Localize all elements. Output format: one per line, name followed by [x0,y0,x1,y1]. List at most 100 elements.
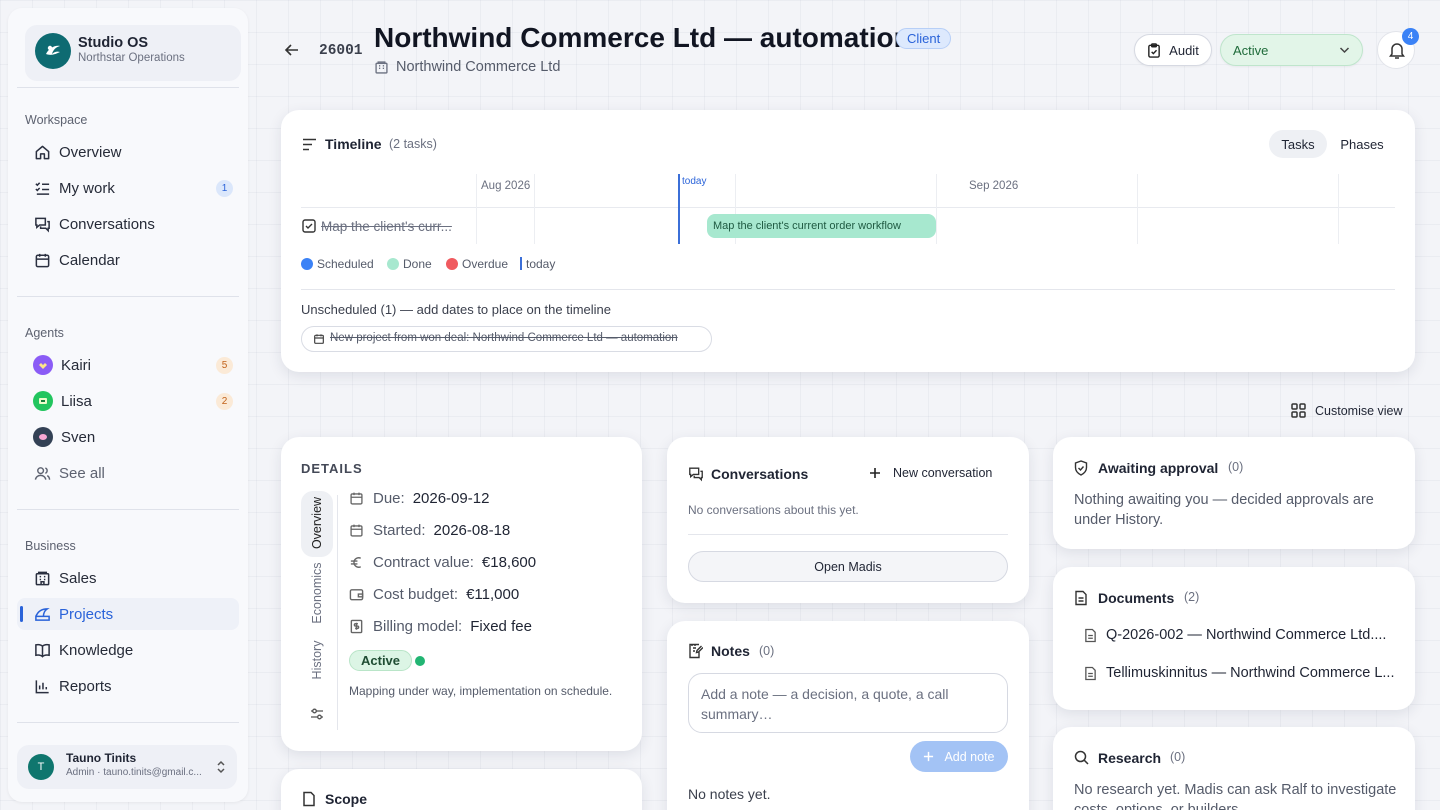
add-note-button[interactable]: Add note [910,741,1008,772]
research-count: (0) [1170,750,1186,764]
avatar: T [28,754,54,780]
sidebar-item-reports[interactable]: Reports [17,670,239,702]
sidebar-item-agent-liisa[interactable]: Liisa 2 [17,385,239,417]
sidebar-item-my-work[interactable]: My work 1 [17,172,239,204]
detail-label: Started: [373,522,426,539]
sidebar-item-knowledge[interactable]: Knowledge [17,634,239,666]
customise-view-label: Customise view [1315,403,1403,418]
research-title: Research [1098,750,1162,766]
gantt-divider [301,207,1395,208]
calendar-icon [33,251,51,269]
sidebar-item-label: Calendar [59,251,120,269]
customise-view-button[interactable]: Customise view [1291,403,1403,418]
see-all-agents-link[interactable]: See all [17,457,239,489]
wallet-icon [349,587,367,602]
add-note-label: Add note [944,749,995,764]
document-name: Q-2026-002 — Northwind Commerce Ltd.... [1106,627,1387,643]
approval-title: Awaiting approval [1098,460,1219,476]
home-icon [33,143,51,161]
research-card: Research (0) No research yet. Madis can … [1053,727,1415,810]
status-select[interactable]: Active [1220,34,1363,66]
section-label-business: Business [25,539,76,553]
grid-line [476,174,477,244]
notifications-button[interactable]: 4 [1377,28,1419,69]
tab-overview[interactable]: Overview [301,491,333,557]
back-button[interactable] [284,42,300,58]
section-label-agents: Agents [25,326,64,340]
sidebar-item-agent-kairi[interactable]: Kairi 5 [17,349,239,381]
list-check-icon [33,179,51,197]
calendar-icon [349,491,367,506]
divider [17,722,239,723]
document-item[interactable]: Tellimuskinnitus — Northwind Commerce L.… [1084,665,1394,681]
task-name[interactable]: Map the client's curr... [321,219,452,234]
page-title: Northwind Commerce Ltd — automation [374,22,911,53]
agent-avatar [33,427,53,447]
unscheduled-label: Unscheduled (1) — add dates to place on … [301,302,612,317]
status-dot [415,656,425,666]
month-label: Sep 2026 [969,180,1019,192]
divider [17,296,239,297]
gantt-task-bar[interactable]: Map the client's current order workflow [707,214,936,238]
chevron-down-icon [1339,46,1350,54]
timeline-card: Timeline (2 tasks) Tasks Phases Aug 2026… [281,110,1415,372]
open-madis-button[interactable]: Open Madis [688,551,1008,582]
document-item[interactable]: Q-2026-002 — Northwind Commerce Ltd.... [1084,627,1386,643]
new-conversation-button[interactable]: New conversation [869,466,992,480]
sidebar-item-projects[interactable]: Projects [17,598,239,630]
detail-value: 2026-08-18 [433,522,511,539]
sidebar-item-calendar[interactable]: Calendar [17,244,239,276]
tab-tasks[interactable]: Tasks [1269,130,1327,158]
divider [688,534,1008,535]
today-marker [678,174,680,244]
user-menu[interactable]: T Tauno Tinits Admin · tauno.tinits@gmai… [17,745,237,789]
count-badge: 1 [216,180,233,197]
file-icon [1084,628,1097,643]
document-icon [1074,590,1088,606]
detail-started: Started: 2026-08-18 [349,522,510,539]
document-icon [302,791,316,807]
detail-cost-budget: Cost budget: €11,000 [349,586,519,603]
sidebar-item-label: My work [59,179,115,197]
scope-card: Scope [281,769,642,810]
detail-value: €18,600 [481,554,537,571]
audit-label: Audit [1169,42,1199,58]
sliders-icon[interactable] [310,707,324,721]
sidebar-item-label: Kairi [61,356,92,374]
notes-title: Notes [711,643,750,659]
timeline-title: Timeline [325,136,382,152]
document-name: Tellimuskinnitus — Northwind Commerce L.… [1106,665,1395,681]
documents-card: Documents (2) Q-2026-002 — Northwind Com… [1053,567,1415,710]
legend-label: Overdue [462,257,509,271]
unscheduled-task-chip[interactable]: New project from won deal: Northwind Com… [301,326,712,352]
sidebar-item-sales[interactable]: Sales [17,562,239,594]
conversations-title: Conversations [711,466,809,482]
status-select-value: Active [1233,43,1269,58]
detail-label: Billing model: [373,618,463,635]
status-badge: Active [349,650,413,671]
grid-line [1338,174,1339,244]
checkbox-checked-icon[interactable] [302,219,316,233]
legend-label: Done [403,257,432,271]
detail-billing-model: Billing model: Fixed fee [349,618,532,635]
tab-history[interactable]: History [301,631,333,691]
workspace-switcher[interactable]: Studio OS Northstar Operations [25,25,241,81]
detail-label: Due: [373,490,405,507]
sidebar-item-agent-sven[interactable]: Sven [17,421,239,453]
projects-icon [33,605,51,623]
tab-phases[interactable]: Phases [1333,130,1391,158]
company-link[interactable]: Northwind Commerce Ltd [396,59,560,75]
euro-icon [349,555,367,570]
sidebar-item-overview[interactable]: Overview [17,136,239,168]
tab-economics[interactable]: Economics [301,561,333,627]
note-input[interactable]: Add a note — a decision, a quote, a call… [688,673,1008,733]
sidebar-item-conversations[interactable]: Conversations [17,208,239,240]
sidebar-item-label: Reports [59,677,112,695]
count-badge: 5 [216,357,233,374]
plus-icon [869,467,881,479]
chart-icon [33,677,51,695]
audit-button[interactable]: Audit [1134,34,1212,66]
approval-empty-text: Nothing awaiting you — decided approvals… [1074,492,1374,528]
detail-value: Fixed fee [470,618,532,635]
chat-icon [688,466,704,482]
